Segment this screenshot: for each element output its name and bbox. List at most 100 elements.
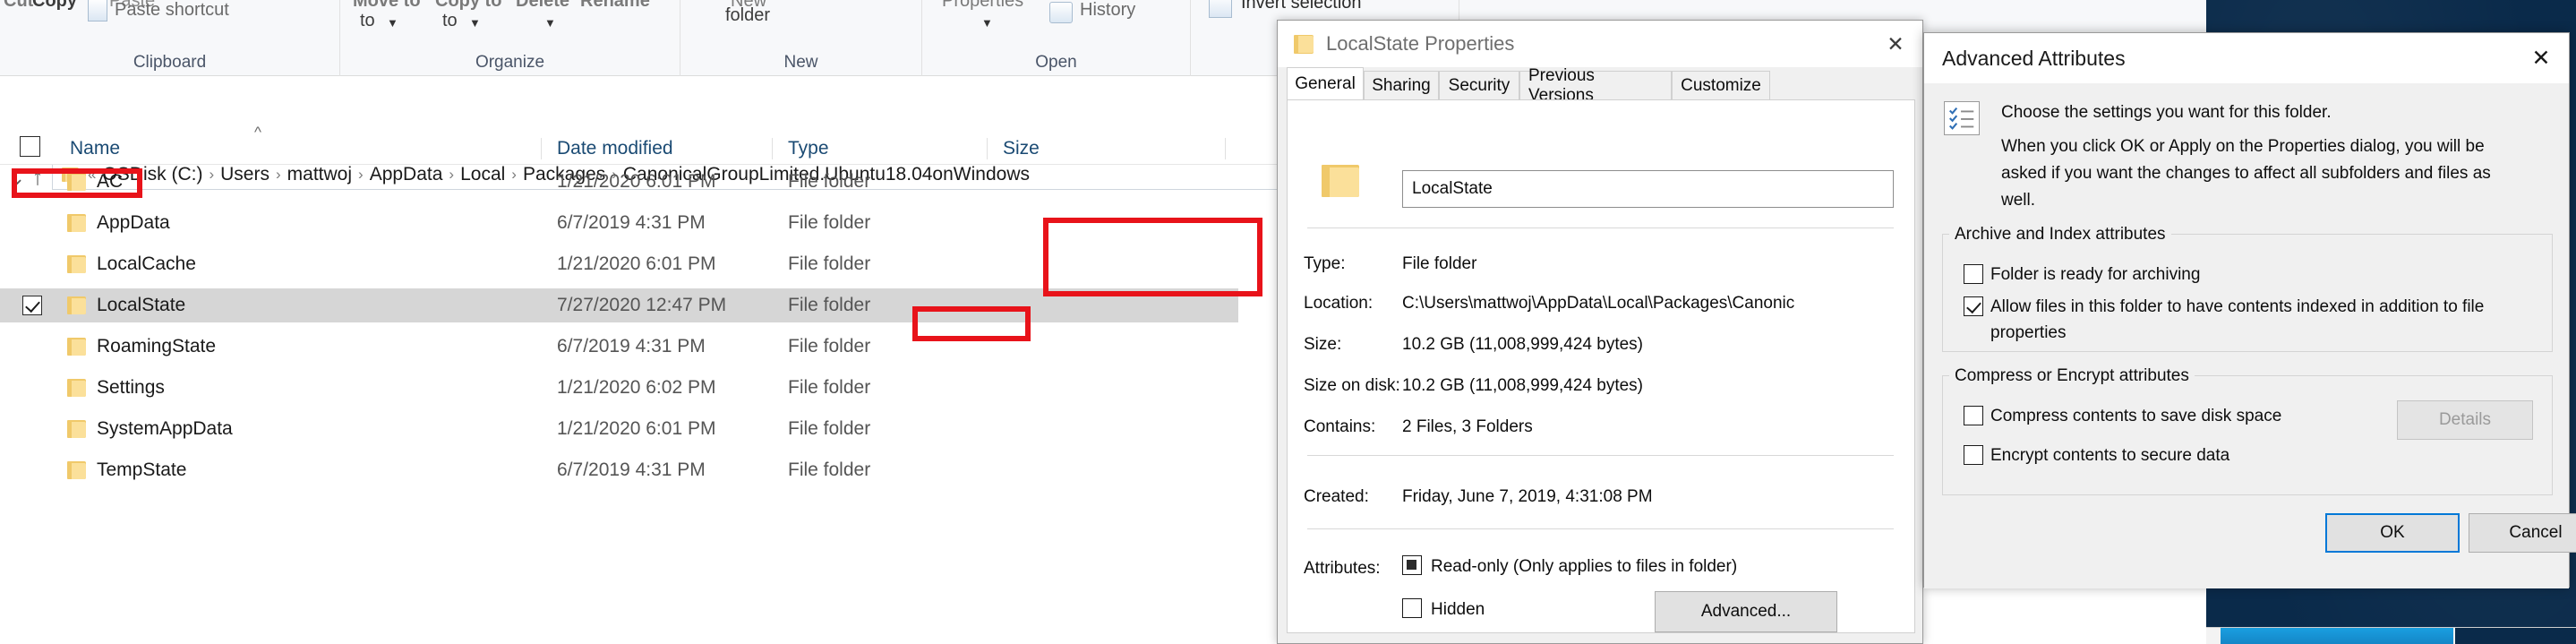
column-divider-1[interactable] — [541, 138, 542, 159]
sort-ascending-icon: ^ — [254, 124, 261, 141]
row-checkbox[interactable] — [22, 296, 42, 315]
properties-general-panel: LocalState Type: File folder Location: C… — [1287, 99, 1915, 633]
tab-sharing[interactable]: Sharing — [1364, 71, 1439, 99]
delete-chevron-down-icon[interactable]: ▼ — [544, 16, 556, 30]
invert-selection-button[interactable]: Invert selection — [1241, 0, 1362, 13]
file-date: 7/27/2020 12:47 PM — [557, 295, 727, 315]
allow-indexing-label-line2: properties — [1990, 323, 2067, 342]
delete-button[interactable]: Delete — [516, 0, 569, 12]
divider — [1307, 528, 1894, 529]
history-icon — [1049, 2, 1073, 23]
size-value: 10.2 GB (11,008,999,424 bytes) — [1402, 335, 1643, 354]
allow-indexing-label: Allow files in this folder to have conte… — [1990, 297, 2485, 316]
history-button[interactable]: History — [1080, 0, 1135, 21]
folder-icon — [67, 420, 86, 438]
properties-folder-icon — [1294, 34, 1314, 54]
file-type: File folder — [788, 212, 871, 233]
size-on-disk-value: 10.2 GB (11,008,999,424 bytes) — [1402, 376, 1643, 395]
compress-contents-checkbox[interactable] — [1964, 406, 1983, 425]
properties-title-bar[interactable]: LocalState Properties ✕ — [1278, 21, 1922, 67]
allow-indexing-checkbox[interactable] — [1964, 296, 1983, 316]
table-row[interactable]: LocalCache 1/21/2020 6:01 PM File folder — [0, 247, 1238, 281]
contains-label: Contains: — [1304, 417, 1376, 436]
column-divider-4[interactable] — [1225, 138, 1226, 159]
close-icon[interactable]: ✕ — [2513, 33, 2569, 83]
column-header-name[interactable]: Name — [70, 138, 120, 159]
tab-sharing-label: Sharing — [1372, 75, 1431, 95]
compress-encrypt-group-label: Compress or Encrypt attributes — [1949, 366, 2195, 386]
file-name[interactable]: SystemAppData — [97, 418, 233, 440]
advanced-title-bar[interactable]: Advanced Attributes ✕ — [1924, 33, 2569, 83]
taskbar-active-item[interactable] — [2221, 628, 2453, 644]
advanced-body: Choose the settings you want for this fo… — [1924, 83, 2576, 588]
move-to-sub: to — [360, 11, 375, 30]
file-date: 6/7/2019 4:31 PM — [557, 336, 706, 356]
size-on-disk-label: Size on disk: — [1304, 376, 1400, 395]
type-value: File folder — [1402, 254, 1477, 273]
file-name[interactable]: LocalCache — [97, 253, 196, 275]
copy-to-chevron-down-icon[interactable]: ▼ — [469, 16, 481, 30]
details-button: Details — [2397, 400, 2533, 440]
column-divider-3[interactable] — [987, 138, 988, 159]
folder-ready-for-archiving-checkbox[interactable] — [1964, 264, 1983, 284]
advanced-intro-line3: asked if you want the changes to affect … — [2001, 164, 2491, 183]
archive-index-group-label: Archive and Index attributes — [1949, 225, 2171, 245]
ribbon-group-label-open: Open — [1035, 53, 1077, 72]
tab-general-label: General — [1295, 73, 1356, 93]
rename-button[interactable]: Rename — [580, 0, 650, 12]
copy-button[interactable]: Copy — [32, 0, 77, 12]
folder-name-input[interactable]: LocalState — [1402, 170, 1894, 208]
location-label: Location: — [1304, 294, 1374, 313]
properties-button[interactable]: Properties — [942, 0, 1023, 12]
cancel-button[interactable]: Cancel — [2469, 513, 2576, 553]
ok-button[interactable]: OK — [2325, 513, 2460, 553]
hidden-checkbox[interactable] — [1402, 598, 1422, 618]
table-row[interactable]: Settings 1/21/2020 6:02 PM File folder — [0, 371, 1238, 405]
paste-shortcut-button[interactable]: Paste shortcut — [115, 0, 229, 21]
advanced-intro-line4: well. — [2001, 191, 2036, 210]
tab-general[interactable]: General — [1287, 67, 1364, 99]
read-only-checkbox[interactable] — [1402, 555, 1422, 575]
encrypt-contents-checkbox[interactable] — [1964, 445, 1983, 465]
column-header-size[interactable]: Size — [1003, 138, 1040, 159]
file-date: 6/7/2019 4:31 PM — [557, 212, 706, 233]
advanced-button[interactable]: Advanced... — [1655, 591, 1837, 632]
file-date: 1/21/2020 6:01 PM — [557, 418, 716, 439]
file-name[interactable]: LocalState — [97, 295, 185, 316]
select-all-checkbox[interactable] — [20, 136, 40, 157]
file-name[interactable]: AppData — [97, 212, 170, 234]
ribbon-group-organize: Move to to ▼ Copy to to ▼ Delete ▼ Renam… — [340, 0, 680, 76]
column-header-type[interactable]: Type — [788, 138, 829, 159]
table-row[interactable]: TempState 6/7/2019 4:31 PM File folder — [0, 453, 1238, 487]
file-name[interactable]: RoamingState — [97, 336, 216, 357]
folder-icon — [67, 255, 86, 273]
new-folder-button[interactable]: folder — [725, 5, 770, 26]
type-label: Type: — [1304, 254, 1346, 273]
tab-previous-versions[interactable]: Previous Versions — [1519, 66, 1672, 105]
close-icon[interactable]: ✕ — [1869, 21, 1922, 67]
tab-customize[interactable]: Customize — [1672, 71, 1770, 99]
file-name[interactable]: Settings — [97, 377, 165, 399]
column-divider-2[interactable] — [772, 138, 773, 159]
properties-tabs: General Sharing Security Previous Versio… — [1287, 66, 1915, 105]
column-header-date-modified[interactable]: Date modified — [557, 138, 673, 159]
file-type: File folder — [788, 377, 871, 398]
file-name[interactable]: AC — [97, 171, 123, 193]
table-row-selected[interactable]: LocalState 7/27/2020 12:47 PM File folde… — [0, 288, 1238, 322]
ribbon-group-new: New folder New — [680, 0, 922, 76]
settings-list-icon — [1944, 101, 1980, 135]
table-row[interactable]: RoamingState 6/7/2019 4:31 PM File folde… — [0, 330, 1238, 364]
properties-chevron-down-icon[interactable]: ▼ — [981, 16, 993, 30]
cut-button[interactable]: Cut — [4, 0, 33, 12]
file-name[interactable]: TempState — [97, 459, 186, 481]
advanced-attributes-dialog: Advanced Attributes ✕ Choose the setting… — [1923, 32, 2576, 588]
table-row[interactable]: AC 1/21/2020 6:01 PM File folder — [0, 165, 1238, 199]
divider — [1307, 455, 1894, 456]
tab-security[interactable]: Security — [1439, 71, 1519, 99]
folder-icon — [67, 379, 86, 397]
read-only-label: Read-only (Only applies to files in fold… — [1431, 557, 1738, 576]
table-row[interactable]: AppData 6/7/2019 4:31 PM File folder — [0, 206, 1238, 240]
table-row[interactable]: SystemAppData 1/21/2020 6:01 PM File fol… — [0, 412, 1238, 446]
move-to-chevron-down-icon[interactable]: ▼ — [387, 16, 398, 30]
folder-icon — [67, 338, 86, 356]
